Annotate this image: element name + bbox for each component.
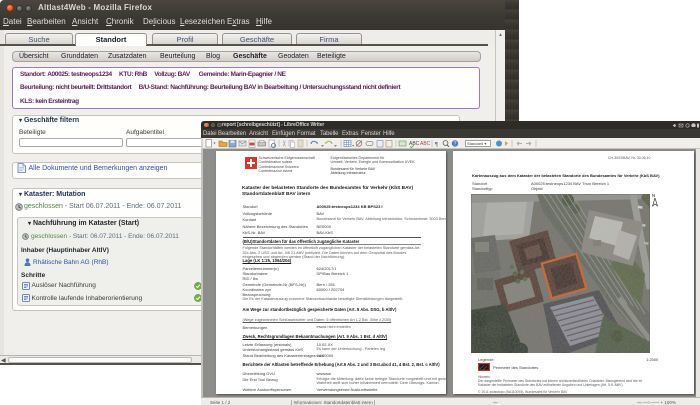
svg-text:?: ? — [454, 142, 457, 148]
svg-text:ABC: ABC — [409, 141, 420, 147]
svg-text:¶: ¶ — [435, 141, 438, 148]
svg-text:ABC: ABC — [420, 141, 431, 147]
